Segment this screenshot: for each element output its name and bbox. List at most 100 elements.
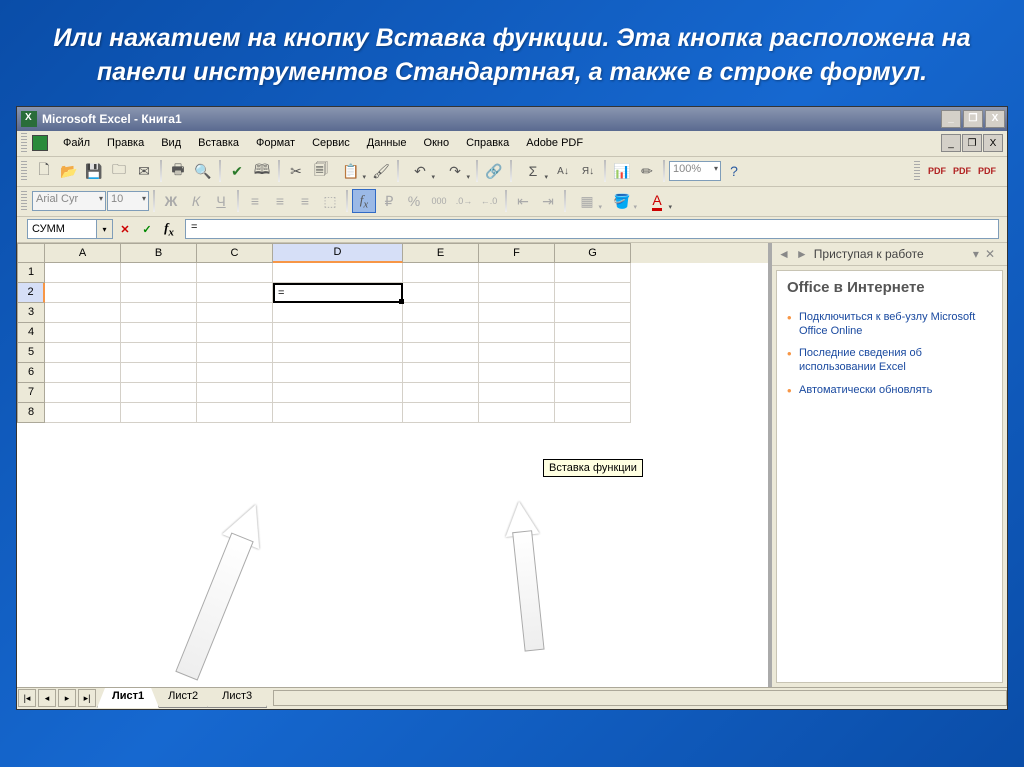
cut-button[interactable]: ✂ [284,159,308,183]
menu-file[interactable]: Файл [55,134,98,152]
open-button[interactable]: 📂 [57,159,81,183]
taskpane-link[interactable]: Автоматически обновлять [787,379,992,401]
pdf-convert-button[interactable]: PDF [925,159,949,183]
horizontal-scrollbar[interactable] [273,690,1007,706]
pdf-email-button[interactable]: PDF [950,159,974,183]
decrease-decimal-button[interactable]: ←.0 [477,189,501,213]
merge-center-button[interactable]: ⬚ [318,189,342,213]
select-all-corner[interactable] [17,243,45,263]
row-header[interactable]: 1 [17,263,45,283]
cell[interactable] [273,303,403,323]
row-header[interactable]: 8 [17,403,45,423]
cell[interactable] [197,283,273,303]
cell[interactable] [403,303,479,323]
sheet-tab[interactable]: Лист2 [153,688,213,708]
cell[interactable] [555,323,631,343]
font-name-combo[interactable]: Arial Cyr [32,191,106,211]
menu-format[interactable]: Формат [248,134,303,152]
print-preview-button[interactable]: 🔍 [191,159,215,183]
cell[interactable] [555,343,631,363]
spelling-button[interactable]: ✔ [225,159,249,183]
cell[interactable] [45,383,121,403]
cell[interactable] [479,323,555,343]
cell[interactable] [197,403,273,423]
cell[interactable] [555,363,631,383]
format-painter-button[interactable]: 🖌 [369,159,393,183]
column-header[interactable]: F [479,243,555,263]
cell[interactable] [555,263,631,283]
chart-wizard-button[interactable]: 📊 [610,159,634,183]
menu-insert[interactable]: Вставка [190,134,247,152]
cell[interactable] [121,383,197,403]
cell[interactable] [197,343,273,363]
cell[interactable] [45,323,121,343]
cell[interactable] [555,303,631,323]
last-sheet-button[interactable]: ▸| [78,689,96,707]
cell[interactable] [479,283,555,303]
currency-button[interactable]: ₽ [377,189,401,213]
menu-adobe-pdf[interactable]: Adobe PDF [518,134,591,152]
drawing-button[interactable]: ✏ [635,159,659,183]
cell[interactable] [403,323,479,343]
sheet-tab-active[interactable]: Лист1 [97,688,159,708]
cell[interactable] [479,363,555,383]
row-header[interactable]: 5 [17,343,45,363]
taskpane-forward-icon[interactable]: ► [796,247,808,261]
cell[interactable] [45,403,121,423]
sort-asc-button[interactable]: A↓ [551,159,575,183]
cell[interactable] [197,323,273,343]
font-size-combo[interactable]: 10 [107,191,149,211]
name-box[interactable]: СУММ ▾ [27,219,113,239]
cell[interactable] [45,283,121,303]
paste-button[interactable]: 📋▾ [334,159,368,183]
borders-button[interactable]: ▦▾ [570,189,604,213]
row-header[interactable]: 7 [17,383,45,403]
formula-input[interactable]: = [185,219,999,239]
underline-button[interactable]: Ч [209,189,233,213]
cell[interactable] [479,383,555,403]
sort-desc-button[interactable]: Я↓ [576,159,600,183]
research-button[interactable]: 🕮 [250,159,274,183]
column-header[interactable]: B [121,243,197,263]
new-button[interactable]: 🗋 [32,159,56,183]
minimize-button[interactable]: _ [941,110,961,128]
sheet-tab[interactable]: Лист3 [207,688,267,708]
cell[interactable] [403,383,479,403]
redo-button[interactable]: ↷▾ [438,159,472,183]
cell[interactable] [403,283,479,303]
comma-style-button[interactable]: 000 [427,189,451,213]
align-right-button[interactable]: ≡ [293,189,317,213]
cell[interactable] [121,363,197,383]
percent-button[interactable]: % [402,189,426,213]
cell[interactable] [403,263,479,283]
cell[interactable] [555,403,631,423]
menu-tools[interactable]: Сервис [304,134,358,152]
cell[interactable] [45,363,121,383]
menu-view[interactable]: Вид [153,134,189,152]
autosum-button[interactable]: Σ▾ [516,159,550,183]
menu-data[interactable]: Данные [359,134,415,152]
row-header[interactable]: 3 [17,303,45,323]
column-header[interactable]: A [45,243,121,263]
cell[interactable] [273,343,403,363]
menu-help[interactable]: Справка [458,134,517,152]
name-box-dropdown-icon[interactable]: ▾ [96,220,112,238]
column-header[interactable]: C [197,243,273,263]
taskpane-link[interactable]: Подключиться к веб-узлу Microsoft Office… [787,306,992,343]
doc-restore-button[interactable]: ❐ [962,134,982,152]
first-sheet-button[interactable]: |◂ [18,689,36,707]
prev-sheet-button[interactable]: ◂ [38,689,56,707]
row-header[interactable]: 2 [17,283,45,303]
taskpane-link[interactable]: Последние сведения об использовании Exce… [787,342,992,379]
cell[interactable] [403,403,479,423]
close-button[interactable]: X [985,110,1005,128]
active-cell[interactable]: = [273,283,403,303]
restore-button[interactable]: ❐ [963,110,983,128]
fx-button[interactable]: fx [159,219,179,239]
cell[interactable] [479,263,555,283]
cell[interactable] [555,283,631,303]
align-left-button[interactable]: ≡ [243,189,267,213]
column-header[interactable]: G [555,243,631,263]
cancel-button[interactable]: ✕ [115,219,135,239]
pdf-review-button[interactable]: PDF [975,159,999,183]
